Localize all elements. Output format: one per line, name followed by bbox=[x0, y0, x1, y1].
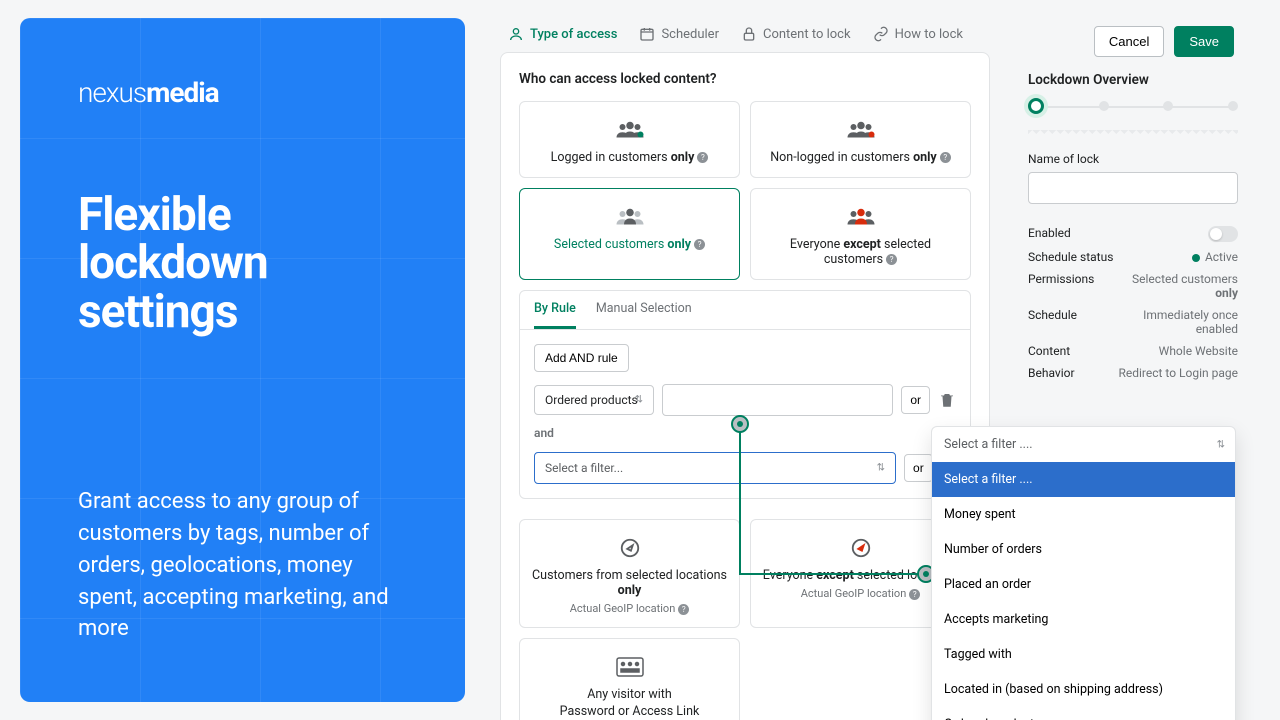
step-dot-3 bbox=[1163, 101, 1173, 111]
link-icon bbox=[873, 26, 889, 42]
help-icon: ? bbox=[909, 589, 920, 600]
help-icon: ? bbox=[694, 239, 705, 250]
filter-select-1[interactable]: Ordered products⇅ bbox=[534, 385, 654, 415]
access-card: Who can access locked content? Logged in… bbox=[500, 52, 990, 720]
chevron-updown-icon: ⇅ bbox=[635, 395, 643, 406]
divider bbox=[1028, 130, 1238, 138]
people-icon bbox=[761, 203, 960, 231]
step-dot-4 bbox=[1228, 101, 1238, 111]
card-title: Who can access locked content? bbox=[519, 71, 971, 87]
marketing-panel: nexusmedia Flexible lockdown settings Gr… bbox=[20, 18, 465, 702]
name-of-lock-label: Name of lock bbox=[1028, 152, 1238, 166]
status-dot-icon bbox=[1192, 254, 1200, 262]
overview-title: Lockdown Overview bbox=[1028, 72, 1238, 88]
or-button[interactable]: or bbox=[901, 386, 930, 414]
overview-sidebar: Lockdown Overview Name of lock Enabled S… bbox=[1028, 72, 1238, 388]
cancel-button[interactable]: Cancel bbox=[1094, 26, 1164, 57]
person-icon bbox=[508, 26, 524, 42]
dropdown-item[interactable]: Accepts marketing bbox=[932, 602, 1235, 637]
brand-logo: nexusmedia bbox=[78, 76, 417, 109]
keypad-icon bbox=[530, 653, 729, 681]
option-locations-only[interactable]: Customers from selected locations only A… bbox=[519, 519, 740, 628]
dropdown-item[interactable]: Located in (based on shipping address) bbox=[932, 672, 1235, 707]
dropdown-item[interactable]: Number of orders bbox=[932, 532, 1235, 567]
rules-box: By Rule Manual Selection Add AND rule Or… bbox=[519, 290, 971, 499]
hero-description: Grant access to any group of customers b… bbox=[78, 486, 417, 645]
name-of-lock-input[interactable] bbox=[1028, 172, 1238, 204]
save-button[interactable]: Save bbox=[1174, 26, 1234, 57]
access-options-2: Customers from selected locations only A… bbox=[519, 519, 971, 720]
enabled-toggle[interactable] bbox=[1208, 226, 1238, 242]
rule-row-2: Select a filter...⇅ or bbox=[534, 452, 956, 484]
calendar-icon bbox=[639, 26, 655, 42]
option-logged-in[interactable]: Logged in customers only? bbox=[519, 101, 740, 178]
help-icon: ? bbox=[940, 152, 951, 163]
step-dot-1 bbox=[1028, 98, 1044, 114]
rule-row-1: Ordered products⇅ or bbox=[534, 384, 956, 416]
dropdown-item[interactable]: Ordered products bbox=[932, 707, 1235, 720]
tab-manual-selection[interactable]: Manual Selection bbox=[596, 301, 692, 329]
brand-left: nexus bbox=[78, 76, 146, 109]
option-non-logged[interactable]: Non-logged in customers only? bbox=[750, 101, 971, 178]
lock-icon bbox=[741, 26, 757, 42]
help-icon: ? bbox=[678, 604, 689, 615]
option-except-selected[interactable]: Everyone except selected customers? bbox=[750, 188, 971, 280]
progress-stepper bbox=[1028, 98, 1238, 114]
tab-how-to-lock[interactable]: How to lock bbox=[873, 26, 963, 42]
add-and-rule-button[interactable]: Add AND rule bbox=[534, 344, 629, 372]
filter-select-2[interactable]: Select a filter...⇅ bbox=[534, 452, 896, 484]
action-buttons: Cancel Save bbox=[1094, 26, 1234, 57]
enabled-label: Enabled bbox=[1028, 226, 1071, 242]
people-icon bbox=[530, 116, 729, 144]
hero-title: Flexible lockdown settings bbox=[78, 191, 417, 336]
or-button[interactable]: or bbox=[904, 454, 933, 482]
trash-icon[interactable] bbox=[938, 391, 956, 409]
dropdown-item[interactable]: Placed an order bbox=[932, 567, 1235, 602]
and-label: and bbox=[534, 426, 956, 440]
filter-value-1[interactable] bbox=[662, 384, 893, 416]
dropdown-item[interactable]: Select a filter .... bbox=[932, 462, 1235, 497]
dropdown-item[interactable]: Tagged with bbox=[932, 637, 1235, 672]
chevron-updown-icon: ⇅ bbox=[1217, 439, 1225, 450]
people-icon bbox=[761, 116, 960, 144]
option-password[interactable]: Any visitor with Password or Access Link bbox=[519, 638, 740, 720]
rules-tabs: By Rule Manual Selection bbox=[520, 291, 970, 330]
chevron-updown-icon: ⇅ bbox=[877, 463, 885, 474]
help-icon: ? bbox=[886, 254, 897, 265]
tab-by-rule[interactable]: By Rule bbox=[534, 301, 576, 329]
tab-type-of-access[interactable]: Type of access bbox=[508, 26, 617, 42]
dropdown-header[interactable]: Select a filter ....⇅ bbox=[932, 427, 1235, 462]
access-options: Logged in customers only? Non-logged in … bbox=[519, 101, 971, 280]
compass-icon bbox=[530, 534, 729, 562]
filter-dropdown: Select a filter ....⇅ Select a filter ..… bbox=[931, 426, 1236, 720]
rules-body: Add AND rule Ordered products⇅ or and Se… bbox=[520, 330, 970, 498]
people-icon bbox=[530, 203, 729, 231]
help-icon: ? bbox=[697, 152, 708, 163]
brand-right: media bbox=[146, 76, 219, 109]
tab-content-to-lock[interactable]: Content to lock bbox=[741, 26, 851, 42]
step-dot-2 bbox=[1099, 101, 1109, 111]
tab-scheduler[interactable]: Scheduler bbox=[639, 26, 719, 42]
option-selected-customers[interactable]: Selected customers only? bbox=[519, 188, 740, 280]
dropdown-item[interactable]: Money spent bbox=[932, 497, 1235, 532]
